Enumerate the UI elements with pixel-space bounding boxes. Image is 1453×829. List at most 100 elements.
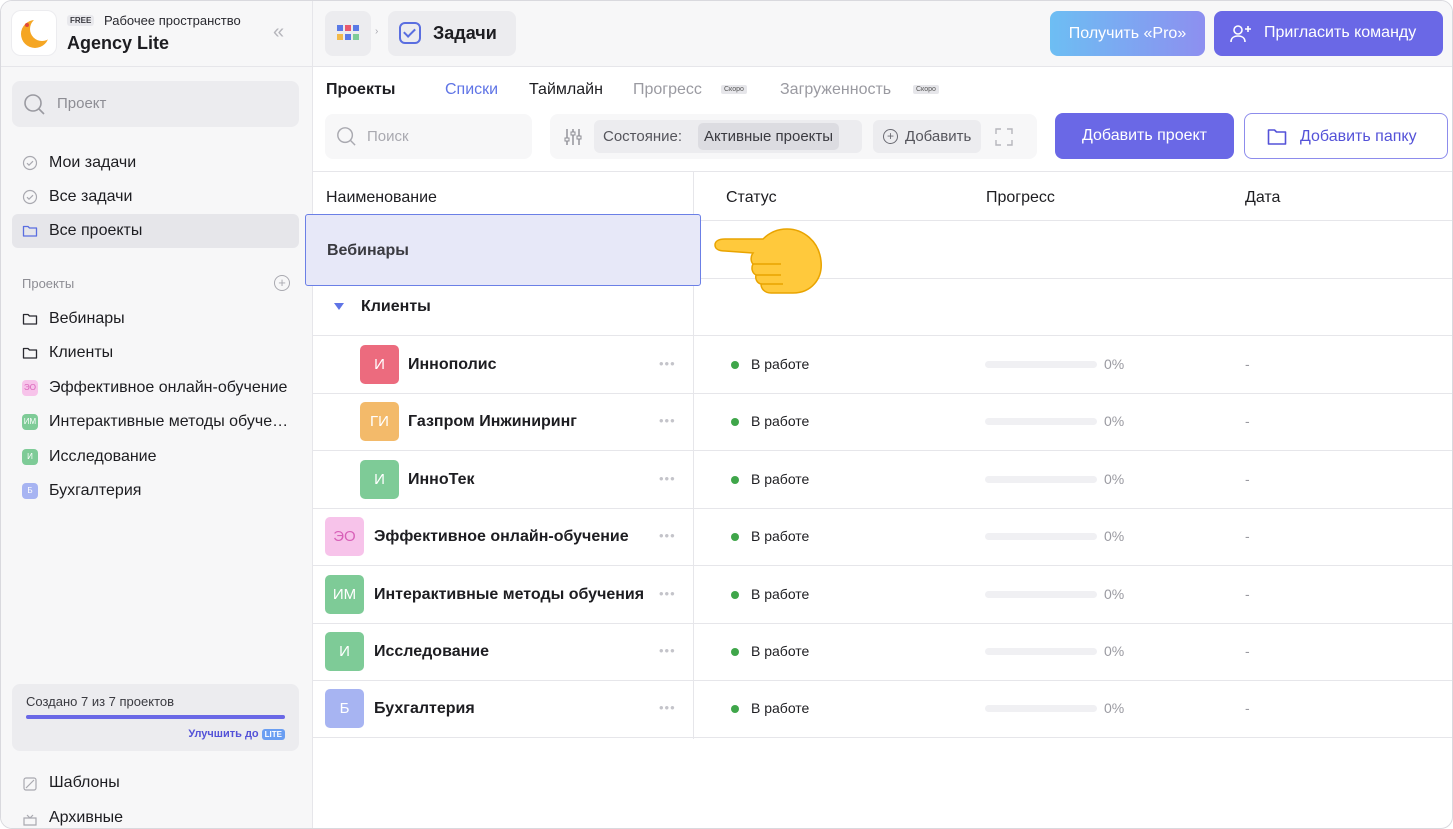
status-cell[interactable]: В работе	[731, 700, 809, 716]
caret-down-icon[interactable]	[334, 303, 344, 310]
status-cell[interactable]: В работе	[731, 356, 809, 372]
filter-panel: Состояние: Активные проекты + Добавить	[550, 114, 1037, 159]
soon-badge: Скоро	[721, 85, 747, 94]
upgrade-link[interactable]: Улучшить до LITE	[188, 728, 285, 740]
state-filter-key: Состояние:	[603, 128, 683, 145]
sidebar-item-label: Шаблоны	[49, 774, 120, 791]
project-avatar: И	[360, 459, 399, 499]
date-cell[interactable]: -	[1245, 471, 1250, 487]
invite-team-button[interactable]: Пригласить команду	[1214, 11, 1443, 56]
tab-lists[interactable]: Списки	[445, 81, 498, 99]
table-row[interactable]: Б Бухгалтерия ••• В работе 0% -	[313, 680, 1452, 739]
dragged-table-row[interactable]: Вебинары	[305, 214, 701, 286]
column-header-status[interactable]: Статус	[726, 189, 777, 207]
progress-bar	[985, 418, 1097, 426]
workspace-name: Agency Lite	[67, 33, 170, 53]
row-menu-icon[interactable]: •••	[659, 586, 676, 601]
date-cell[interactable]: -	[1245, 528, 1250, 544]
get-pro-button[interactable]: Получить «Pro»	[1050, 11, 1205, 56]
status-cell[interactable]: В работе	[731, 643, 809, 659]
date-cell[interactable]: -	[1245, 586, 1250, 602]
status-cell[interactable]: В работе	[731, 586, 809, 602]
sidebar-item-label: Все проекты	[49, 222, 143, 239]
date-cell[interactable]: -	[1245, 413, 1250, 429]
project-name[interactable]: Исследование	[374, 643, 489, 661]
add-project-button[interactable]: Добавить проект	[1055, 113, 1234, 159]
pointing-hand-icon	[714, 228, 822, 294]
add-folder-button[interactable]: Добавить папку	[1244, 113, 1448, 159]
status-label: В работе	[751, 470, 810, 487]
expand-icon[interactable]	[994, 127, 1014, 147]
tasks-breadcrumb-button[interactable]: Задачи	[388, 11, 516, 56]
sidebar-project-research[interactable]: И Исследование	[12, 442, 299, 472]
table-row[interactable]: ГИ Газпром Инжиниринг ••• В работе 0% -	[313, 393, 1452, 452]
row-menu-icon[interactable]: •••	[659, 413, 676, 428]
project-name[interactable]: ИнноТек	[408, 471, 474, 489]
project-name[interactable]: Газпром Инжиниринг	[408, 413, 577, 431]
table-row[interactable]: ЭО Эффективное онлайн-обучение ••• В работе…	[313, 508, 1452, 567]
status-cell[interactable]: В работе	[731, 471, 809, 487]
sidebar-item-label: Мои задачи	[49, 154, 137, 171]
app-window: FREE Рабочее пространство Agency Lite « …	[0, 0, 1453, 829]
search-icon	[337, 127, 356, 146]
tab-timeline[interactable]: Таймлайн	[529, 81, 603, 99]
row-menu-icon[interactable]: •••	[659, 643, 676, 658]
status-dot-icon	[731, 590, 739, 599]
sidebar-project-interactive-methods[interactable]: ИМ Интерактивные методы обучения	[12, 407, 299, 437]
apps-menu-button[interactable]	[325, 11, 371, 56]
date-cell[interactable]: -	[1245, 643, 1250, 659]
table-row[interactable]: ИМ Интерактивные методы обучения ••• В рабо…	[313, 566, 1452, 624]
sidebar-item-templates[interactable]: Шаблоны	[12, 769, 299, 799]
status-cell[interactable]: В работе	[731, 528, 809, 544]
table-row[interactable]: И Иннополис ••• В работе 0% -	[313, 336, 1452, 394]
date-cell[interactable]: -	[1245, 700, 1250, 716]
sidebar-project-accounting[interactable]: Б Бухгалтерия	[12, 476, 299, 506]
lite-badge: LITE	[261, 729, 285, 740]
sidebar-item-my-tasks[interactable]: Мои задачи	[12, 146, 299, 180]
date-cell[interactable]: -	[1245, 356, 1250, 372]
row-menu-icon[interactable]: •••	[659, 700, 676, 715]
table-group-row[interactable]: Клиенты	[313, 279, 1452, 336]
state-filter-chip[interactable]: Состояние: Активные проекты	[594, 120, 862, 153]
table-row[interactable]: И Исследование ••• В работе 0% -	[313, 623, 1452, 681]
progress-value: 0%	[1104, 413, 1125, 430]
filter-sliders-icon[interactable]	[563, 127, 583, 147]
sidebar-project-label: Вебинары	[49, 310, 125, 327]
folder-icon	[22, 313, 38, 325]
project-avatar: ИМ	[325, 574, 364, 614]
workspace-header[interactable]: FREE Рабочее пространство Agency Lite «	[1, 1, 313, 67]
project-name[interactable]: Эффективное онлайн-обучение	[374, 528, 629, 546]
project-name[interactable]: Иннополис	[408, 356, 497, 374]
sidebar-project-effective-online[interactable]: ЭО Эффективное онлайн-обучение	[12, 373, 299, 403]
column-header-name[interactable]: Наименование	[326, 189, 437, 207]
progress-value: 0%	[1104, 700, 1125, 717]
project-name[interactable]: Интерактивные методы обучения	[374, 586, 644, 604]
row-menu-icon[interactable]: •••	[659, 471, 676, 486]
sidebar-item-label: Архивные	[49, 809, 124, 826]
add-project-icon[interactable]: +	[274, 275, 290, 291]
sidebar-project-clients[interactable]: Клиенты	[12, 338, 299, 368]
sidebar-item-all-tasks[interactable]: Все задачи	[12, 180, 299, 214]
tab-workload[interactable]: Загруженность	[780, 81, 891, 99]
breadcrumb-chevron-icon: ›	[375, 26, 379, 37]
sidebar-project-webinars[interactable]: Вебинары	[12, 304, 299, 334]
invite-team-label: Пригласить команду	[1264, 24, 1417, 41]
sidebar-item-all-projects[interactable]: Все проекты	[12, 214, 299, 248]
sidebar-item-archive[interactable]: Архивные	[12, 804, 299, 828]
add-filter-button[interactable]: + Добавить	[873, 120, 981, 153]
row-menu-icon[interactable]: •••	[659, 356, 676, 371]
row-menu-icon[interactable]: •••	[659, 528, 676, 543]
progress-bar	[985, 705, 1097, 713]
status-cell[interactable]: В работе	[731, 413, 809, 429]
project-name[interactable]: Бухгалтерия	[374, 700, 475, 718]
tab-projects[interactable]: Проекты	[326, 81, 395, 99]
project-search-input[interactable]: Проект	[12, 81, 299, 127]
table-row[interactable]: И ИнноТек ••• В работе 0% -	[313, 451, 1452, 509]
search-icon	[24, 94, 45, 115]
column-header-date[interactable]: Дата	[1245, 189, 1280, 207]
collapse-sidebar-icon[interactable]: «	[273, 21, 284, 44]
column-header-progress[interactable]: Прогресс	[986, 189, 1055, 207]
search-input[interactable]: Поиск	[325, 114, 532, 159]
folder-icon	[1267, 129, 1287, 145]
tab-progress[interactable]: Прогресс	[633, 81, 702, 99]
